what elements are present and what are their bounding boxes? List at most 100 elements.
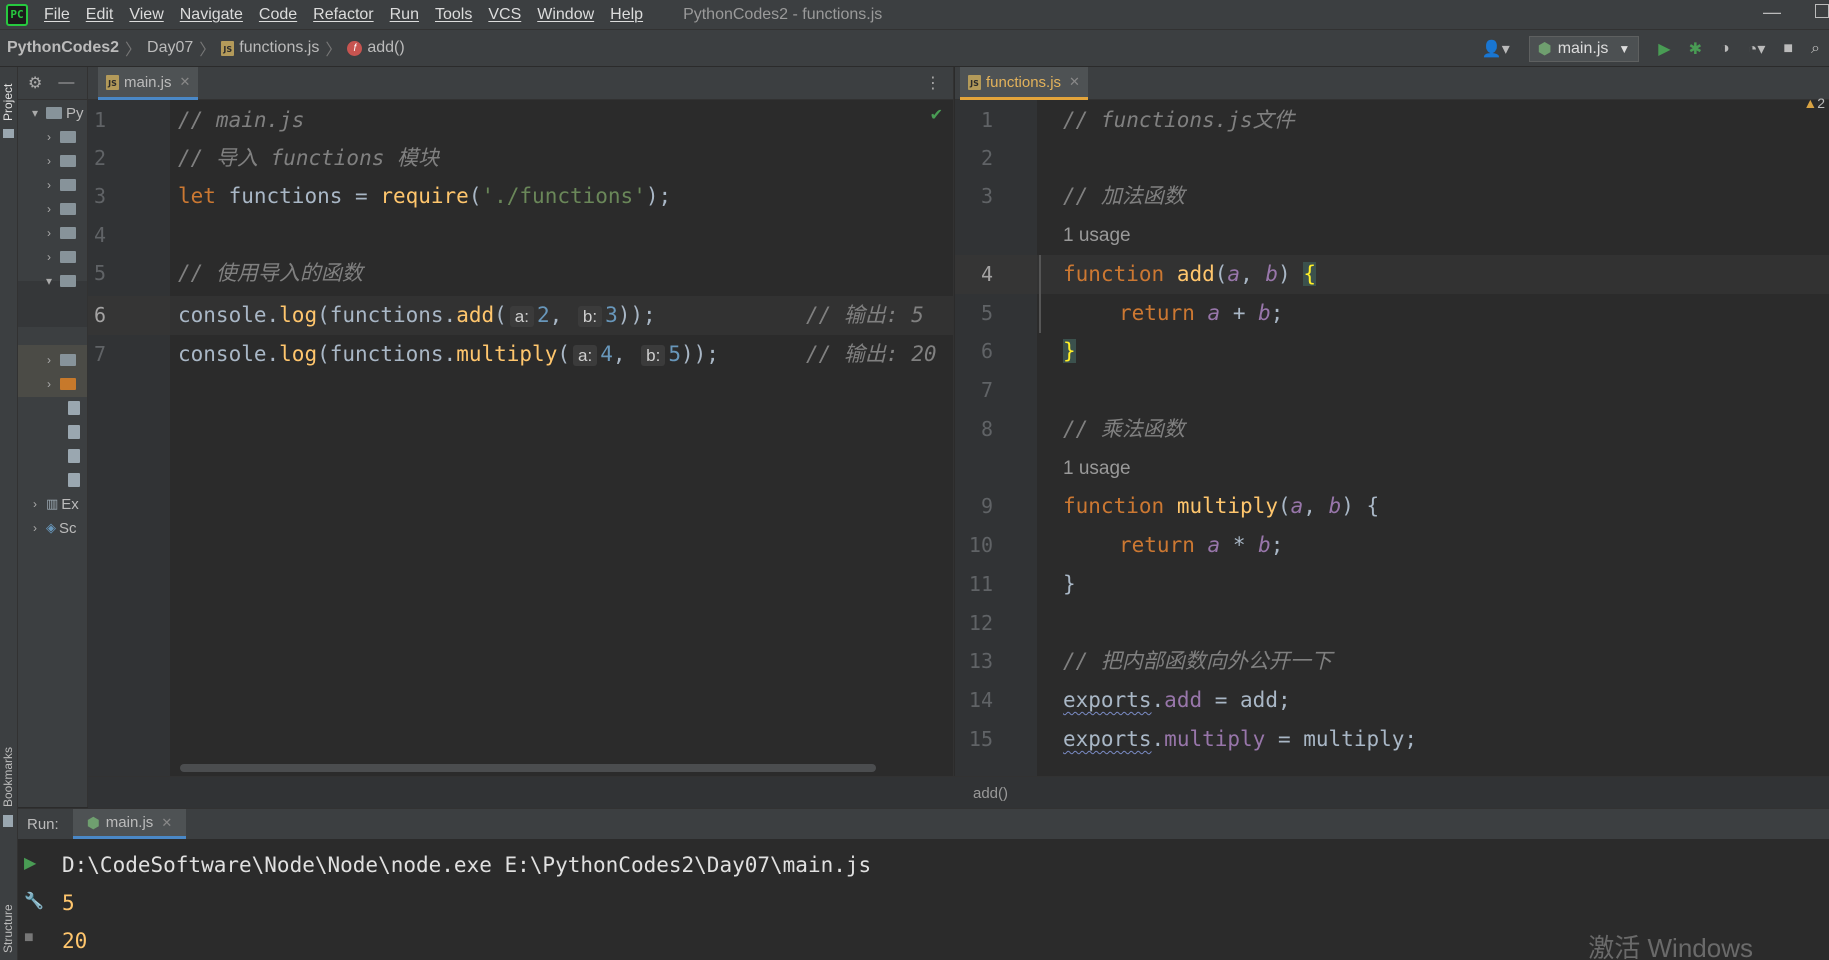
run-configuration-select[interactable]: ⬢ main.js ▼ bbox=[1528, 36, 1640, 62]
function-name: log bbox=[279, 303, 318, 327]
code-line-2[interactable]: // 导入 functions 模块 bbox=[178, 139, 439, 178]
number-literal: 4 bbox=[600, 342, 613, 366]
run-icon[interactable]: ▶ bbox=[1658, 39, 1670, 59]
debug-icon[interactable]: ✱ bbox=[1689, 39, 1702, 59]
stop-icon[interactable]: ■ bbox=[1783, 40, 1793, 58]
number-literal: 5 bbox=[668, 342, 681, 366]
tree-row-folder[interactable]: › bbox=[18, 196, 87, 222]
profile-icon[interactable]: ◔▾ bbox=[1748, 39, 1766, 59]
tree-row-folder-open[interactable]: ▾ bbox=[18, 268, 87, 294]
code-line-13[interactable]: // 把内部函数向外公开一下 bbox=[1063, 642, 1332, 681]
breadcrumb-folder[interactable]: Day07 bbox=[147, 39, 193, 57]
line-number: 11 bbox=[968, 572, 993, 596]
run-configuration-label: main.js bbox=[1557, 40, 1609, 57]
code-line-4[interactable]: function add(a, b) { bbox=[1063, 255, 1316, 294]
code-line-3[interactable]: let functions = require('./functions'); bbox=[178, 177, 671, 216]
stop-icon[interactable]: ■ bbox=[24, 929, 34, 947]
js-file-icon: JS bbox=[106, 74, 119, 90]
run-panel-header: Run: ⬢ main.js ✕ bbox=[18, 809, 1829, 839]
tree-row-file[interactable] bbox=[18, 419, 87, 445]
tree-row-folder[interactable]: › bbox=[18, 148, 87, 174]
line-number: 8 bbox=[980, 417, 993, 441]
menu-file[interactable]: File bbox=[44, 6, 70, 24]
code-line-6[interactable]: } bbox=[1063, 332, 1076, 371]
folder-icon bbox=[60, 251, 76, 263]
code-line-14[interactable]: exports.add = add; bbox=[1063, 681, 1291, 720]
tab-main-js[interactable]: JS main.js ✕ bbox=[98, 67, 199, 100]
restore-icon[interactable] bbox=[1815, 4, 1829, 18]
code-line-11[interactable]: } bbox=[1063, 565, 1076, 604]
code-line-8[interactable]: // 乘法函数 bbox=[1063, 410, 1185, 449]
breadcrumb-file[interactable]: JS functions.js bbox=[221, 39, 319, 57]
gear-icon[interactable]: ⚙ bbox=[28, 73, 42, 93]
code-line-1[interactable]: // functions.js文件 bbox=[1063, 101, 1295, 140]
project-tool-button[interactable]: Project bbox=[1, 84, 15, 121]
folder-icon bbox=[60, 227, 76, 239]
tree-row-folder[interactable]: › bbox=[18, 244, 87, 270]
code-line-6[interactable]: console.log(functions.add(a: 2, b: 3)); bbox=[178, 296, 656, 335]
menu-window[interactable]: Window bbox=[537, 6, 594, 24]
menu-tools[interactable]: Tools bbox=[435, 6, 472, 24]
menu-help[interactable]: Help bbox=[610, 6, 643, 24]
menu-navigate[interactable]: Navigate bbox=[180, 6, 243, 24]
warnings-indicator[interactable]: ▲2 bbox=[1803, 95, 1825, 111]
close-icon[interactable]: ✕ bbox=[1069, 74, 1080, 90]
function-icon: f bbox=[347, 40, 363, 56]
structure-tool-button[interactable]: Structure bbox=[1, 904, 15, 953]
breadcrumb-project[interactable]: PythonCodes2 bbox=[7, 39, 119, 57]
coverage-icon[interactable]: ◑ bbox=[1720, 40, 1730, 58]
close-icon[interactable]: ✕ bbox=[180, 74, 191, 90]
tree-row-scratches[interactable]: › ◈ Sc bbox=[18, 515, 87, 541]
line-number: 15 bbox=[968, 727, 993, 751]
code-line-3[interactable]: // 加法函数 bbox=[1063, 177, 1185, 216]
collapse-icon[interactable]: — bbox=[58, 74, 74, 92]
code-line-9[interactable]: function multiply(a, b) { bbox=[1063, 487, 1379, 526]
current-symbol[interactable]: add() bbox=[973, 785, 1008, 802]
menu-view[interactable]: View bbox=[129, 6, 163, 24]
wrench-icon[interactable]: 🔧 bbox=[24, 891, 44, 911]
parameter: a bbox=[1207, 533, 1221, 557]
run-panel: Run: ⬢ main.js ✕ ▶ 🔧 ■ D:\CodeSoftware\N… bbox=[18, 808, 1829, 960]
code-line-5[interactable]: // 使用导入的函数 bbox=[178, 254, 363, 293]
code-line-7[interactable]: console.log(functions.multiply(a: 4, b: 5)… bbox=[178, 335, 719, 374]
code-line-1[interactable]: // main.js bbox=[178, 101, 304, 140]
code-line-5[interactable]: return a + b; bbox=[1119, 294, 1283, 333]
tree-row-folder[interactable]: › bbox=[18, 347, 87, 373]
tree-row-file[interactable] bbox=[18, 467, 87, 493]
menu-run[interactable]: Run bbox=[390, 6, 419, 24]
line-number: 3 bbox=[980, 184, 993, 208]
usage-hint[interactable]: 1 usage bbox=[1063, 449, 1131, 488]
menu-vcs[interactable]: VCS bbox=[488, 6, 521, 24]
line-number: 7 bbox=[980, 378, 993, 402]
line-number: 12 bbox=[968, 611, 993, 635]
code-line-10[interactable]: return a * b; bbox=[1119, 526, 1283, 565]
menu-edit[interactable]: Edit bbox=[86, 6, 114, 24]
line-number: 2 bbox=[980, 146, 993, 170]
tree-row-folder[interactable]: › bbox=[18, 124, 87, 150]
more-options-icon[interactable]: ⋮ bbox=[925, 73, 941, 93]
menu-code[interactable]: Code bbox=[259, 6, 297, 24]
tree-row-folder[interactable]: › bbox=[18, 172, 87, 198]
user-account-icon[interactable]: 👤▾ bbox=[1482, 39, 1510, 59]
tab-functions-js[interactable]: JS functions.js ✕ bbox=[960, 67, 1088, 100]
breadcrumb-symbol[interactable]: f add() bbox=[347, 39, 405, 57]
close-icon[interactable]: ✕ bbox=[161, 815, 172, 831]
run-tab-main-js[interactable]: ⬢ main.js ✕ bbox=[72, 809, 187, 839]
code-line-15[interactable]: exports.multiply = multiply; bbox=[1063, 720, 1417, 759]
tree-row-root[interactable]: ▾ Py bbox=[18, 100, 87, 126]
bookmarks-tool-button[interactable]: Bookmarks bbox=[1, 747, 15, 807]
menu-refactor[interactable]: Refactor bbox=[313, 6, 373, 24]
chevron-right-icon: › bbox=[47, 202, 51, 216]
usage-hint[interactable]: 1 usage bbox=[1063, 216, 1131, 255]
rerun-icon[interactable]: ▶ bbox=[24, 853, 36, 873]
tree-row-file[interactable] bbox=[18, 443, 87, 469]
tree-row-external-libraries[interactable]: › ▥ Ex bbox=[18, 491, 87, 517]
pycharm-logo-icon: PC bbox=[6, 3, 28, 26]
search-icon[interactable]: ⌕ bbox=[1811, 40, 1820, 58]
tree-row-folder[interactable]: › bbox=[18, 371, 87, 397]
keyword: let bbox=[178, 184, 216, 208]
tree-row-folder[interactable]: › bbox=[18, 220, 87, 246]
minimize-icon[interactable]: — bbox=[1763, 2, 1781, 23]
horizontal-scrollbar[interactable] bbox=[180, 764, 876, 772]
tree-row-file[interactable] bbox=[18, 395, 87, 421]
